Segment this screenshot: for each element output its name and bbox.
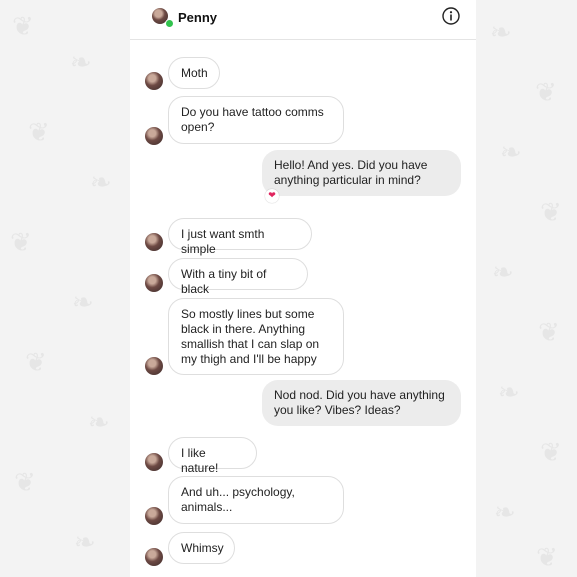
avatar[interactable] — [145, 127, 163, 145]
message-bubble[interactable]: So mostly lines but some black in there.… — [168, 298, 344, 375]
leaf-icon: ❦ — [540, 438, 562, 468]
chat-panel: Penny Moth Do you have tattoo comms open… — [130, 0, 476, 577]
message-bubble[interactable]: With a tiny bit of black — [168, 258, 308, 296]
info-icon[interactable] — [442, 7, 460, 25]
leaf-icon: ❧ — [498, 378, 520, 408]
leaf-icon: ❦ — [25, 348, 47, 378]
contact-name[interactable]: Penny — [178, 10, 217, 25]
avatar[interactable] — [145, 72, 163, 90]
leaf-icon: ❦ — [28, 118, 50, 148]
message-bubble[interactable]: Do you have tattoo comms open? — [168, 96, 344, 144]
leaf-icon: ❧ — [494, 498, 516, 528]
message-bubble[interactable]: Nod nod. Did you have anything you like?… — [262, 380, 461, 426]
leaf-icon: ❦ — [540, 198, 562, 228]
heart-reaction-icon[interactable]: ❤ — [265, 189, 279, 203]
avatar[interactable] — [145, 233, 163, 251]
message-bubble[interactable]: Moth — [168, 57, 220, 89]
leaf-icon: ❧ — [70, 48, 92, 78]
online-status-dot — [165, 19, 174, 28]
leaf-icon: ❧ — [492, 258, 514, 288]
leaf-icon: ❦ — [14, 468, 36, 498]
avatar[interactable] — [145, 274, 163, 292]
avatar[interactable] — [145, 507, 163, 525]
leaf-icon: ❧ — [88, 408, 110, 438]
message-bubble[interactable]: Whimsy — [168, 532, 235, 564]
message-bubble[interactable]: I like nature! — [168, 437, 257, 475]
leaf-icon: ❧ — [500, 138, 522, 168]
leaf-icon: ❧ — [490, 18, 512, 48]
leaf-icon: ❦ — [12, 12, 34, 42]
chat-header: Penny — [130, 0, 476, 40]
leaf-icon: ❦ — [10, 228, 32, 258]
message-bubble[interactable]: I just want smth simple — [168, 218, 312, 256]
leaf-icon: ❧ — [90, 168, 112, 198]
avatar[interactable] — [145, 357, 163, 375]
leaf-icon: ❧ — [74, 528, 96, 558]
avatar[interactable] — [145, 453, 163, 471]
message-bubble[interactable]: And uh... psychology, animals... — [168, 476, 344, 524]
leaf-icon: ❦ — [536, 543, 558, 573]
avatar[interactable] — [145, 548, 163, 566]
message-bubble[interactable]: Hello! And yes. Did you have anything pa… — [262, 150, 461, 196]
leaf-icon: ❦ — [538, 318, 560, 348]
leaf-icon: ❧ — [72, 288, 94, 318]
leaf-icon: ❦ — [535, 78, 557, 108]
